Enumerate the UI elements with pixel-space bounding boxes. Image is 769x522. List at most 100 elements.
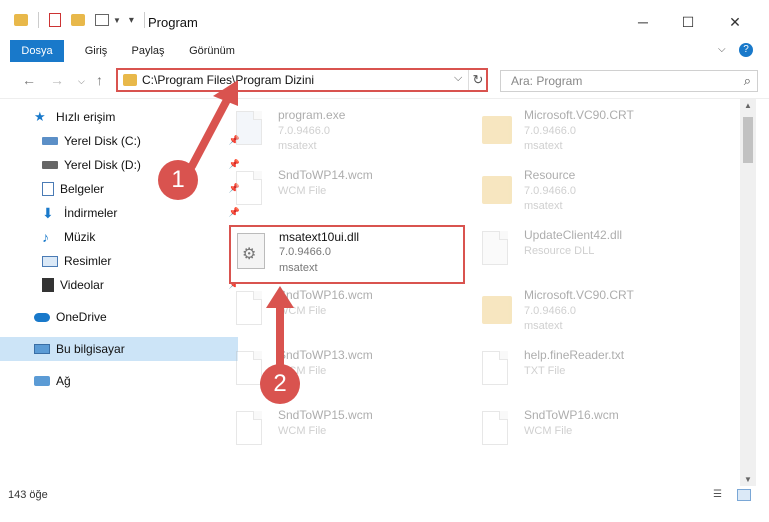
file-type: TXT File	[524, 365, 566, 377]
file-name: SndToWP16.wcm	[524, 408, 619, 422]
file-name: UpdateClient42.dll	[524, 228, 623, 242]
chevron-down-icon[interactable]: ⌵	[718, 44, 726, 55]
file-type: WCM File	[278, 425, 327, 437]
sidebar-item-label: Hızlı erişim	[56, 110, 116, 124]
cloud-icon	[34, 312, 50, 322]
file-item[interactable]: help.fineReader.txt TXT File	[478, 345, 718, 401]
folder-icon	[14, 14, 28, 26]
file-name: program.exe	[278, 108, 346, 122]
tiles-view-icon[interactable]	[737, 489, 751, 501]
scrollbar-thumb[interactable]	[743, 117, 753, 163]
file-item[interactable]: SndToWP15.wcm WCM File	[232, 405, 472, 461]
file-description: msatext	[524, 140, 563, 152]
sidebar-item-label: Bu bilgisayar	[56, 342, 125, 356]
toolbar-divider	[38, 12, 39, 28]
sidebar-item-label: Yerel Disk (C:)	[64, 134, 141, 148]
forward-arrow-icon[interactable]: →	[50, 72, 64, 88]
exe-icon	[236, 111, 266, 149]
recent-chevron-icon[interactable]: ⌵	[78, 76, 85, 87]
file-item[interactable]: SndToWP16.wcm WCM File	[232, 285, 472, 341]
chevron-down-icon[interactable]: ▼	[113, 16, 121, 25]
file-name: Microsoft.VC90.CRT	[524, 288, 634, 302]
details-view-icon[interactable]: ☰	[713, 489, 727, 501]
annotation-badge-1: 1	[158, 160, 198, 200]
status-bar: 143 öğe ☰	[0, 486, 769, 522]
file-name: help.fineReader.txt	[524, 348, 625, 362]
scroll-down-icon[interactable]: ▼	[744, 475, 752, 484]
file-item[interactable]: SndToWP16.wcm WCM File	[478, 405, 718, 461]
properties-icon[interactable]	[49, 13, 61, 27]
customize-icon[interactable]: ▾	[129, 15, 134, 26]
file-name: SndToWP13.wcm	[278, 348, 373, 362]
item-count: 143 öğe	[8, 489, 48, 501]
maximize-button[interactable]: ☐	[665, 8, 711, 36]
tab-paylas[interactable]: Paylaş	[124, 40, 172, 62]
help-icon[interactable]: ?	[739, 43, 753, 57]
folder-icon	[123, 74, 137, 86]
download-icon: ⬇	[42, 205, 54, 221]
file-description: msatext	[279, 262, 318, 274]
address-path[interactable]: C:\Program Files\Program Dizini	[142, 73, 314, 87]
sidebar-item-label: İndirmeler	[64, 206, 118, 220]
tab-dosya[interactable]: Dosya	[10, 40, 64, 62]
sidebar-item-onedrive[interactable]: OneDrive	[0, 305, 238, 329]
search-input[interactable]: Ara: Program ⌕	[500, 70, 758, 92]
sidebar-item-this-pc[interactable]: Bu bilgisayar	[0, 337, 238, 361]
title-bar: ▼ ▾ Program ─ ☐ ✕	[0, 0, 769, 40]
back-arrow-icon[interactable]: ←	[22, 72, 36, 88]
file-type: Resource DLL	[524, 245, 595, 257]
sidebar-item-label: Yerel Disk (D:)	[64, 158, 141, 172]
file-item[interactable]: UpdateClient42.dll Resource DLL	[478, 225, 718, 281]
file-description: msatext	[524, 320, 563, 332]
computer-icon	[34, 344, 50, 354]
file-item[interactable]: SndToWP14.wcm WCM File	[232, 165, 472, 221]
file-name: Resource	[524, 168, 576, 182]
sidebar-item-label: Videolar	[60, 278, 104, 292]
scroll-up-icon[interactable]: ▲	[744, 101, 752, 110]
address-row: ← → ⌵ ↑ C:\Program Files\Program Dizini …	[0, 62, 769, 99]
refresh-icon[interactable]: ↻	[468, 70, 487, 90]
sidebar-item-quick-access[interactable]: ★ Hızlı erişim	[0, 105, 238, 129]
file-description: msatext	[278, 140, 317, 152]
file-item-msatext10ui-dll[interactable]: ⚙ msatext10ui.dll 7.0.9466.0 msatext	[229, 225, 465, 284]
video-icon	[42, 278, 54, 292]
file-name: SndToWP15.wcm	[278, 408, 373, 422]
view-icon[interactable]	[95, 14, 109, 26]
file-description: msatext	[524, 200, 563, 212]
file-version: 7.0.9466.0	[524, 305, 576, 317]
tab-giris[interactable]: Giriş	[74, 40, 118, 62]
folder-icon	[482, 171, 512, 209]
sidebar-item-label: Müzik	[64, 230, 96, 244]
file-icon	[236, 171, 266, 209]
file-icon	[236, 291, 266, 329]
address-bar[interactable]: C:\Program Files\Program Dizini ⌵ ↻	[116, 68, 488, 92]
file-item[interactable]: Resource 7.0.9466.0 msatext	[478, 165, 718, 221]
file-name: Microsoft.VC90.CRT	[524, 108, 634, 122]
sidebar-item-network[interactable]: Ağ	[0, 369, 238, 393]
search-icon[interactable]: ⌕	[744, 73, 751, 89]
file-type: WCM File	[278, 305, 327, 317]
file-icon	[236, 411, 266, 449]
new-folder-icon[interactable]	[71, 14, 85, 26]
file-item[interactable]: Microsoft.VC90.CRT 7.0.9466.0 msatext	[478, 285, 718, 341]
file-name: SndToWP14.wcm	[278, 168, 373, 182]
documents-icon	[42, 182, 54, 196]
file-item[interactable]: Microsoft.VC90.CRT 7.0.9466.0 msatext	[478, 105, 718, 161]
drive-icon	[42, 161, 58, 169]
vertical-scrollbar[interactable]: ▲ ▼	[740, 99, 756, 486]
file-type: WCM File	[278, 185, 327, 197]
tab-gorunum[interactable]: Görünüm	[182, 40, 242, 62]
file-icon	[482, 411, 512, 449]
file-version: 7.0.9466.0	[278, 125, 330, 137]
close-button[interactable]: ✕	[712, 8, 758, 36]
file-name: msatext10ui.dll	[279, 230, 360, 244]
sidebar-item-label: Resimler	[64, 254, 112, 268]
up-arrow-icon[interactable]: ↑	[96, 72, 103, 88]
file-item[interactable]: program.exe 7.0.9466.0 msatext	[232, 105, 472, 161]
navigation-pane: ★ Hızlı erişim Yerel Disk (C:) 📌 Yerel D…	[0, 99, 240, 459]
search-placeholder: Ara: Program	[511, 74, 583, 88]
network-icon	[34, 376, 50, 386]
annotation-badge-2: 2	[260, 364, 300, 404]
address-dropdown-icon[interactable]: ⌵	[454, 72, 462, 85]
minimize-button[interactable]: ─	[620, 8, 666, 36]
